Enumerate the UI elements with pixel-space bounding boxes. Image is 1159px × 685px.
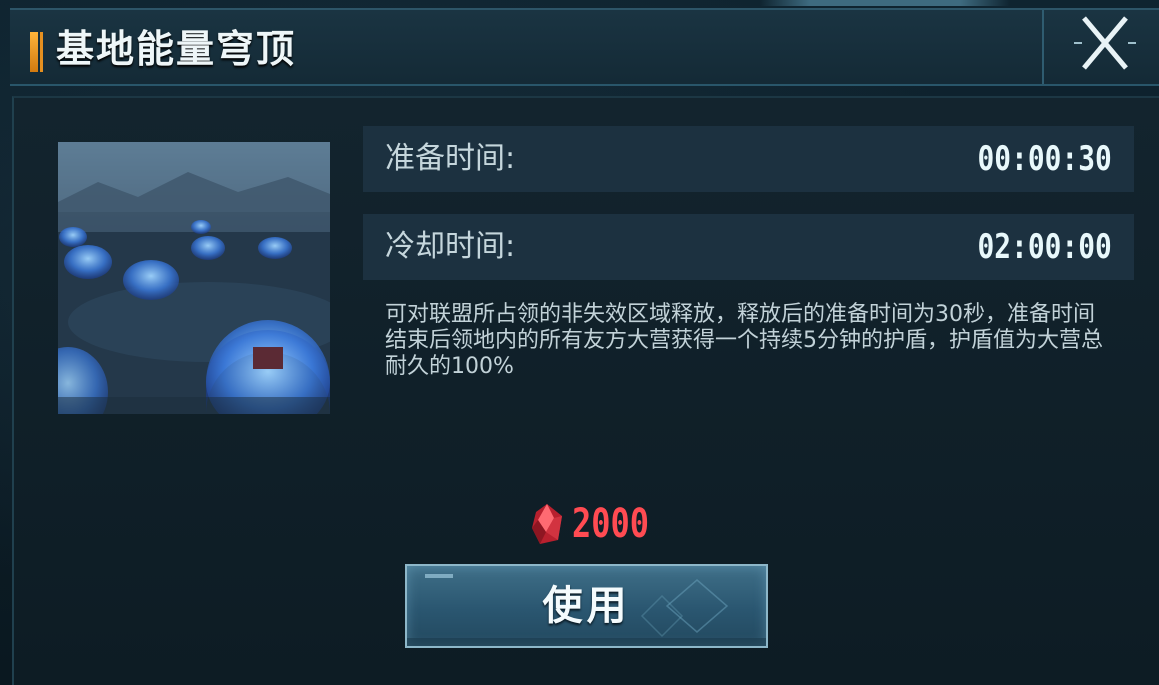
title-accent-bar	[30, 32, 43, 72]
close-x-icon	[1074, 16, 1136, 70]
use-button[interactable]: 使用	[405, 564, 768, 648]
skill-description: 可对联盟所占领的非失效区域释放，释放后的准备时间为30秒，准备时间结束后领地内的…	[385, 302, 1103, 379]
red-crystal-icon	[532, 504, 562, 544]
energy-dome-image	[58, 142, 330, 414]
dialog-title: 基地能量穹顶	[56, 26, 297, 71]
cooldown-row: 冷却时间: 02:00:00	[363, 214, 1134, 280]
cooldown-label: 冷却时间:	[385, 229, 516, 264]
prep-time-value: 00:00:30	[977, 139, 1112, 179]
cost-amount: 2000	[572, 501, 650, 547]
use-button-label: 使用	[542, 582, 631, 629]
cost-display: 2000	[528, 501, 668, 547]
prep-time-label: 准备时间:	[385, 141, 516, 176]
close-button[interactable]	[1066, 10, 1144, 84]
header-divider	[1042, 10, 1044, 84]
top-decoration	[760, 0, 1010, 6]
prep-time-row: 准备时间: 00:00:30	[363, 126, 1134, 192]
dialog-header: 基地能量穹顶	[10, 8, 1159, 86]
cooldown-value: 02:00:00	[977, 227, 1112, 267]
